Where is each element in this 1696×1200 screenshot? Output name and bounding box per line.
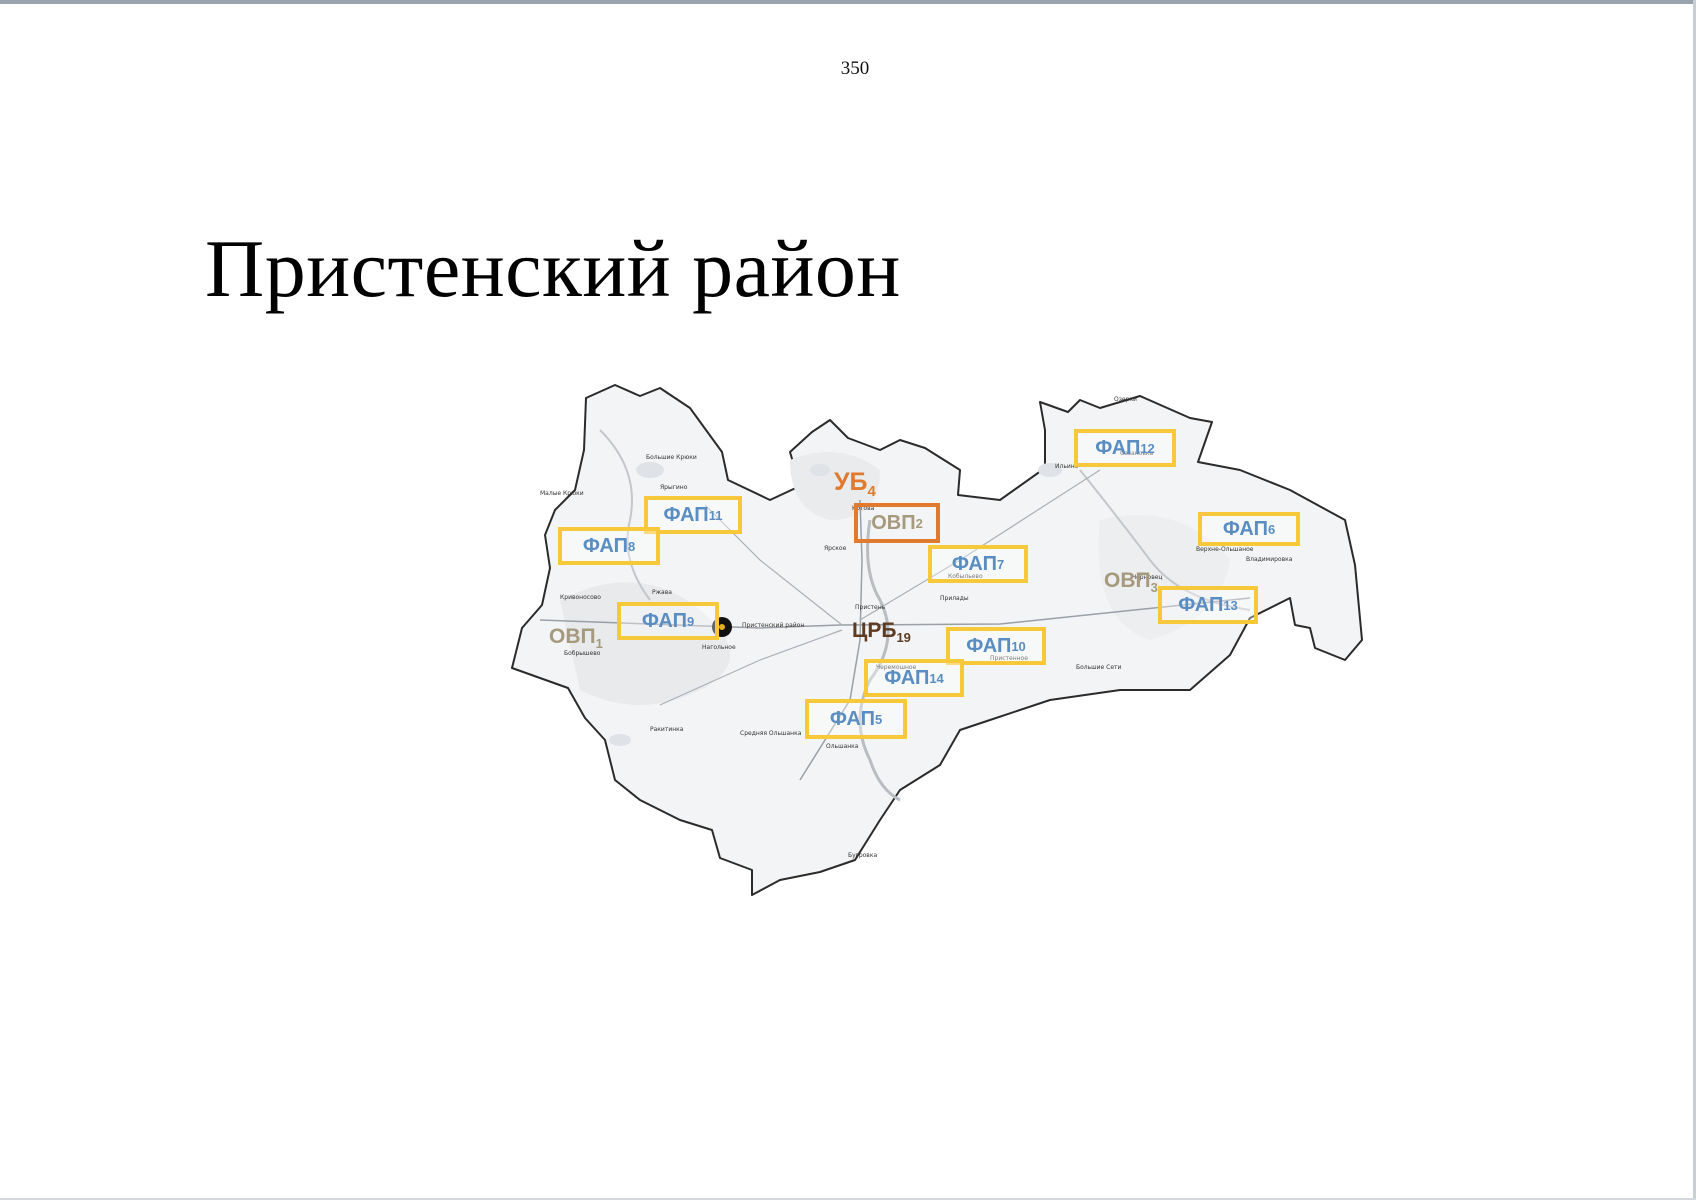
village-label: Ярыгино bbox=[660, 484, 688, 491]
lake bbox=[810, 464, 830, 476]
label-fap-8: ФАП 8 bbox=[558, 527, 660, 565]
label-ub-4: УБ4 bbox=[834, 468, 876, 500]
lake bbox=[636, 462, 664, 478]
village-label: Бугровка bbox=[848, 852, 878, 859]
village-label: Ольшанка bbox=[826, 743, 859, 750]
village-label: Ржава bbox=[652, 589, 672, 596]
village-label: Средняя Ольшанка bbox=[740, 730, 802, 737]
village-label: Владимировка bbox=[1246, 556, 1293, 563]
label-fap-5: ФАП 5 bbox=[805, 699, 907, 739]
label-ovp-2: ОВП 2 bbox=[854, 503, 940, 543]
village-label: Пристень bbox=[855, 604, 886, 611]
lake bbox=[609, 734, 631, 746]
label-ovp-3: ОВП3 bbox=[1104, 569, 1158, 596]
village-label: Пристенский район bbox=[742, 622, 805, 629]
village-label: Кривоносово bbox=[560, 594, 601, 601]
village-label: Малые Крюки bbox=[540, 490, 584, 497]
village-label: Ярское bbox=[824, 545, 847, 552]
label-ovp-1: ОВП1 bbox=[549, 625, 603, 652]
village-label: Прилады bbox=[940, 595, 969, 602]
label-crb-19: ЦРБ19 bbox=[852, 619, 911, 646]
label-fap-9: ФАП 9 bbox=[617, 602, 719, 640]
village-label: Верхне-Ольшаное bbox=[1196, 546, 1254, 553]
label-fap-12: ФАП 12 bbox=[1074, 429, 1176, 467]
label-fap-7: ФАП 7 bbox=[928, 545, 1028, 583]
village-label: Большие Сети bbox=[1076, 664, 1122, 671]
scanned-page: 350 Пристенский район Большие Крюки Малы… bbox=[0, 0, 1696, 1200]
village-label: Нагольное bbox=[702, 644, 736, 651]
label-fap-14: ФАП 14 bbox=[864, 659, 964, 697]
village-label: Большие Крюки bbox=[646, 454, 697, 461]
village-label: Озерки bbox=[1114, 396, 1137, 403]
label-fap-13: ФАП 13 bbox=[1158, 586, 1258, 624]
label-fap-6: ФАП 6 bbox=[1198, 512, 1300, 546]
district-map bbox=[511, 384, 1363, 896]
village-label: Ракитинка bbox=[650, 726, 684, 733]
